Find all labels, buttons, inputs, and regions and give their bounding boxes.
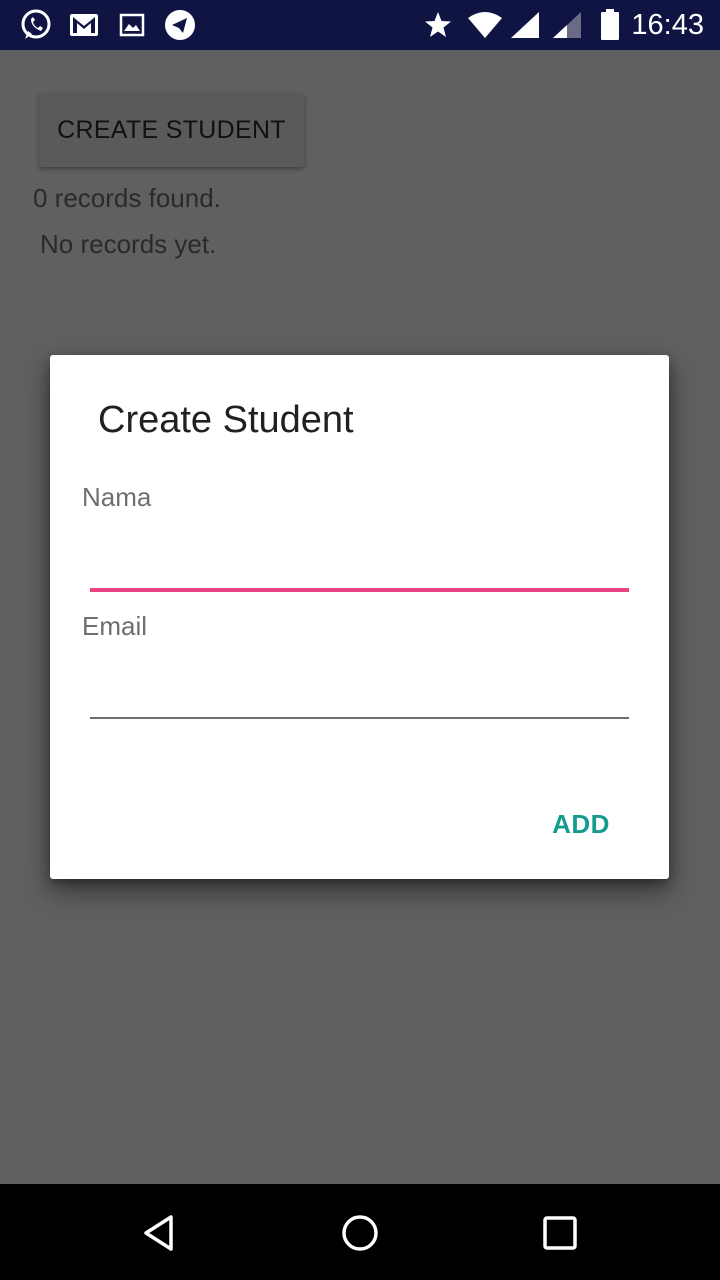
clock: 16:43	[631, 9, 704, 41]
star-icon	[422, 7, 454, 43]
email-field[interactable]	[90, 673, 629, 713]
wifi-icon	[466, 7, 504, 43]
home-icon[interactable]	[335, 1208, 385, 1258]
back-icon[interactable]	[135, 1208, 185, 1258]
screen: 16:43 CREATE STUDENT 0 records found. No…	[0, 0, 720, 1280]
name-label: Nama	[82, 482, 152, 512]
gallery-icon	[118, 7, 146, 43]
dialog-title: Create Student	[98, 399, 354, 441]
name-field[interactable]	[90, 545, 629, 585]
status-bar: 16:43	[0, 0, 720, 50]
battery-icon	[598, 7, 622, 43]
email-label: Email	[82, 611, 148, 641]
signal-icon	[550, 7, 584, 43]
whatsapp-icon	[18, 7, 54, 43]
add-button[interactable]: ADD	[538, 801, 624, 847]
email-field-underline	[90, 717, 629, 719]
create-student-dialog: Create Student Nama Email ADD	[50, 355, 669, 879]
signal-icon	[508, 7, 542, 43]
navigation-bar	[0, 1184, 720, 1280]
create-student-button[interactable]: CREATE STUDENT	[39, 93, 304, 167]
empty-message: No records yet.	[40, 229, 217, 259]
telegram-icon	[162, 7, 198, 43]
gmail-icon	[68, 7, 100, 43]
recents-icon[interactable]	[535, 1208, 585, 1258]
records-count: 0 records found.	[33, 183, 221, 213]
name-field-underline	[90, 588, 629, 592]
